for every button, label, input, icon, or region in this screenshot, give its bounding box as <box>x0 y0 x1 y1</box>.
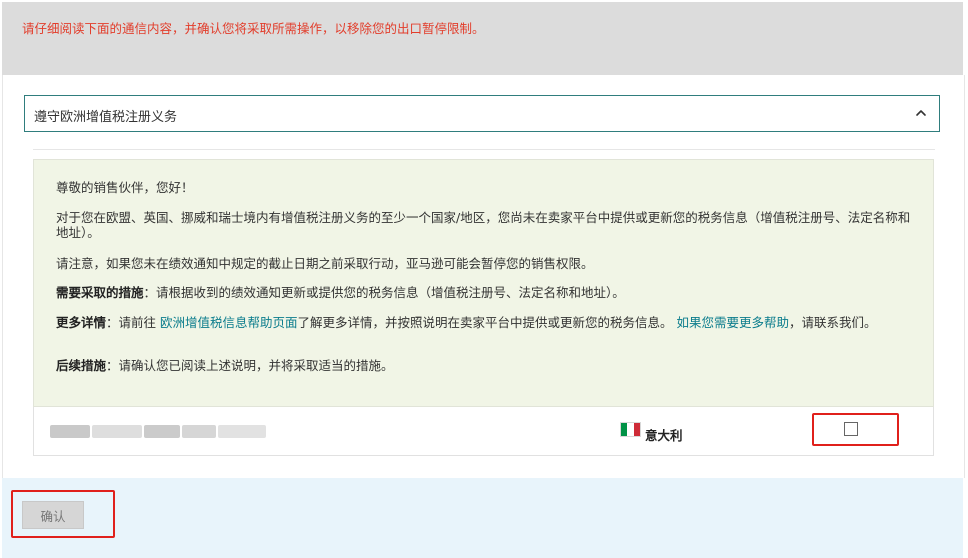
divider <box>33 149 935 150</box>
accordion-header[interactable]: 遵守欧洲增值税注册义务 <box>24 95 940 132</box>
more-details-text-3: ，请联系我们。 <box>789 315 877 330</box>
greeting: 尊敬的销售伙伴，您好！ <box>56 180 194 195</box>
country-row: 意大利 <box>33 407 934 456</box>
chevron-up-icon <box>916 110 926 116</box>
more-details-text-1: ：请前往 <box>106 315 160 330</box>
vat-help-page-link[interactable]: 欧洲增值税信息帮助页面 <box>160 315 298 330</box>
follow-up-text: ：请确认您已阅读上述说明，并将采取适当的措施。 <box>106 358 394 373</box>
message-paragraph-1: 对于您在欧盟、英国、挪威和瑞士境内有增值税注册义务的至少一个国家/地区，您尚未在… <box>56 210 911 240</box>
notice-banner: 请仔细阅读下面的通信内容，并确认您将采取所需操作，以移除您的出口暂停限制。 <box>2 2 963 75</box>
action-required-label: 需要采取的措施 <box>56 285 144 300</box>
more-details: 更多详情：请前往 欧洲增值税信息帮助页面了解更多详情，并按照说明在卖家平台中提供… <box>56 315 916 330</box>
action-bar: 确认 <box>2 478 963 558</box>
more-details-label: 更多详情 <box>56 315 107 330</box>
message-panel: 尊敬的销售伙伴，您好！ 对于您在欧盟、英国、挪威和瑞士境内有增值税注册义务的至少… <box>33 159 934 407</box>
more-help-link[interactable]: 如果您需要更多帮助 <box>677 315 790 330</box>
accordion-title: 遵守欧洲增值税注册义务 <box>34 110 178 125</box>
notice-text: 请仔细阅读下面的通信内容，并确认您将采取所需操作，以移除您的出口暂停限制。 <box>22 21 485 36</box>
action-required: 需要采取的措施：请根据收到的绩效通知更新或提供您的税务信息（增值税注册号、法定名… <box>56 285 916 300</box>
italy-flag-icon <box>620 422 641 437</box>
main-panel: 遵守欧洲增值税注册义务 尊敬的销售伙伴，您好！ 对于您在欧盟、英国、挪威和瑞士境… <box>2 75 965 478</box>
follow-up: 后续措施：请确认您已阅读上述说明，并将采取适当的措施。 <box>56 358 916 373</box>
follow-up-label: 后续措施 <box>56 358 107 373</box>
message-paragraph-2: 请注意，如果您未在绩效通知中规定的截止日期之前采取行动，亚马逊可能会暂停您的销售… <box>56 256 594 271</box>
acknowledge-checkbox[interactable] <box>844 422 858 436</box>
page: 请仔细阅读下面的通信内容，并确认您将采取所需操作，以移除您的出口暂停限制。 遵守… <box>0 0 968 558</box>
action-required-text: ：请根据收到的绩效通知更新或提供您的税务信息（增值税注册号、法定名称和地址）。 <box>143 285 625 300</box>
country-name: 意大利 <box>645 428 683 443</box>
confirm-button[interactable]: 确认 <box>22 501 84 529</box>
more-details-text-2: 了解更多详情，并按照说明在卖家平台中提供或更新您的税务信息。 <box>297 315 677 330</box>
